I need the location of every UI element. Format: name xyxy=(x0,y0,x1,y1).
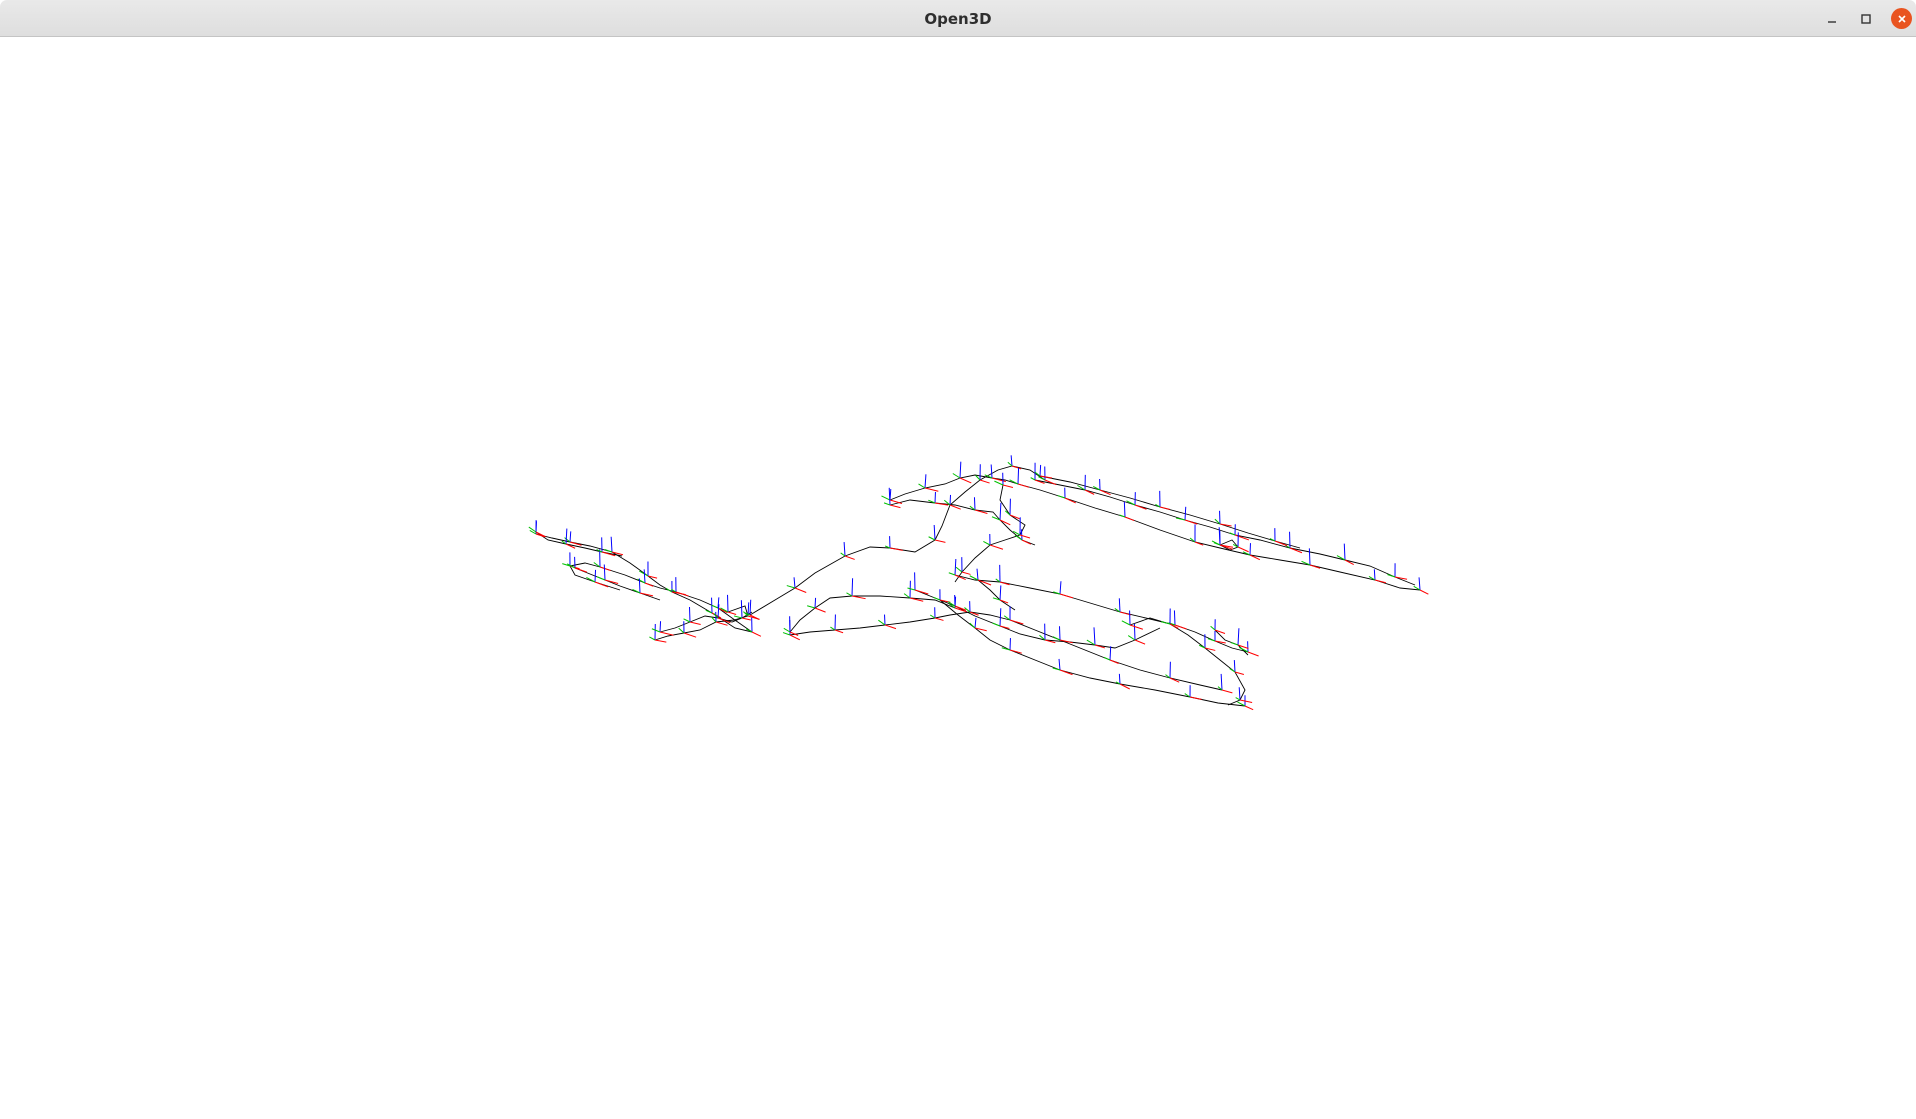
camera-pose-frame xyxy=(1115,673,1130,690)
maximize-button[interactable] xyxy=(1856,9,1876,29)
camera-pose-frame xyxy=(1184,685,1202,700)
camera-pose-frame xyxy=(1198,634,1216,651)
camera-pose-frame xyxy=(564,531,582,546)
pose-graph-edge xyxy=(889,499,1036,546)
camera-pose-frame xyxy=(928,491,949,506)
camera-pose-frame xyxy=(632,578,654,597)
camera-pose-frame xyxy=(1235,687,1253,704)
maximize-icon xyxy=(1861,14,1871,24)
camera-pose-frame xyxy=(928,524,946,543)
camera-pose-frame xyxy=(1213,527,1234,548)
camera-pose-frame xyxy=(1210,619,1226,635)
close-button[interactable] xyxy=(1891,8,1912,29)
camera-pose-frame xyxy=(1238,641,1259,657)
camera-pose-frame xyxy=(1214,510,1232,527)
camera-pose-frame xyxy=(1053,581,1074,599)
camera-pose-frame xyxy=(1034,464,1053,479)
camera-pose-frame xyxy=(947,594,967,611)
pose-graph-edge xyxy=(889,474,1421,591)
camera-pose-frame xyxy=(948,558,966,581)
camera-pose-frame xyxy=(1014,529,1032,545)
camera-pose-frame xyxy=(746,617,762,637)
camera-pose-frame xyxy=(1001,638,1022,654)
camera-pose-frame xyxy=(1230,628,1249,649)
minimize-button[interactable] xyxy=(1822,9,1842,29)
camera-pose-frame xyxy=(992,608,1010,630)
3d-render-viewport[interactable] xyxy=(0,38,1916,1119)
camera-pose-frame xyxy=(529,520,545,538)
camera-pose-frame xyxy=(678,621,697,638)
close-icon xyxy=(1897,14,1906,23)
camera-pose-frame xyxy=(975,464,990,484)
camera-pose-frame xyxy=(807,597,826,613)
camera-pose-frame xyxy=(1126,492,1147,510)
pose-graph-edge xyxy=(789,611,1223,691)
camera-pose-frame xyxy=(1009,467,1030,488)
camera-pose-frame xyxy=(1168,610,1187,630)
camera-pose-frame xyxy=(943,494,961,510)
minimize-icon xyxy=(1828,21,1836,23)
camera-pose-frame xyxy=(604,536,624,556)
camera-pose-frame xyxy=(783,616,799,636)
camera-pose-frame xyxy=(1103,646,1119,664)
camera-pose-frame xyxy=(786,577,807,593)
camera-pose-frame xyxy=(1005,498,1020,520)
camera-pose-frame xyxy=(683,607,701,626)
window-title: Open3D xyxy=(924,10,992,28)
pose-graph-edge xyxy=(914,589,1161,649)
camera-pose-frame xyxy=(1086,627,1106,649)
pose-graph-scene[interactable] xyxy=(0,38,1916,1119)
camera-pose-frame xyxy=(1175,506,1198,525)
pose-graph-edge xyxy=(954,574,1249,653)
camera-pose-frame xyxy=(992,585,1009,604)
camera-pose-frame xyxy=(639,561,658,579)
camera-pose-frame xyxy=(1229,660,1245,675)
open3d-window: Open3D xyxy=(0,0,1916,1119)
camera-pose-frame xyxy=(1114,598,1132,616)
camera-pose-frame xyxy=(1368,569,1387,584)
title-bar[interactable]: Open3D xyxy=(0,0,1916,37)
camera-pose-frame xyxy=(1052,626,1073,644)
pose-graph-edge xyxy=(1034,479,1416,586)
camera-pose-frame xyxy=(1242,543,1261,561)
camera-pose-frame xyxy=(1387,563,1408,580)
camera-pose-frame xyxy=(878,614,897,630)
camera-pose-frame xyxy=(1413,577,1429,595)
pose-graph-edge xyxy=(654,605,749,641)
camera-pose-frame xyxy=(1301,548,1321,569)
camera-pose-frame xyxy=(1165,661,1180,683)
